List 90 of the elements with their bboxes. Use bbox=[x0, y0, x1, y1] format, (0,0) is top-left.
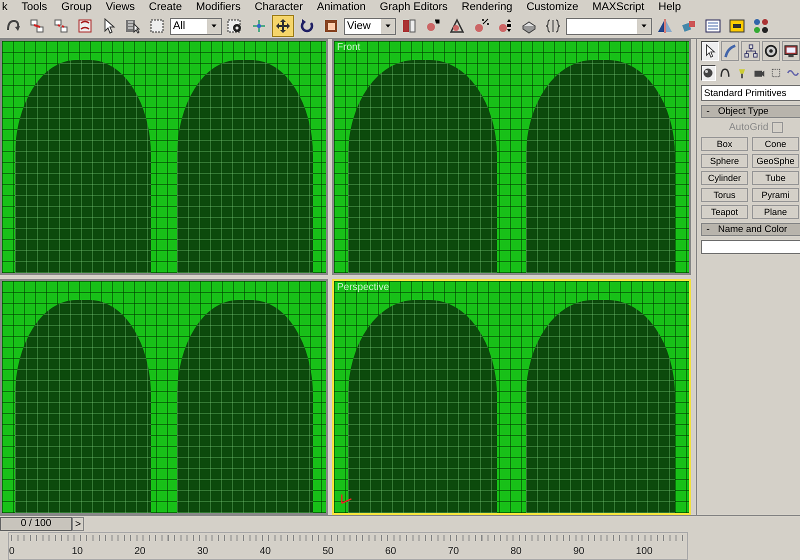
ruler-label: 0 bbox=[9, 546, 16, 557]
menu-item[interactable]: Rendering bbox=[462, 1, 512, 13]
monitor-icon bbox=[784, 44, 798, 58]
menu-item[interactable]: Graph Editors bbox=[380, 1, 448, 13]
ruler-label: 80 bbox=[510, 546, 523, 557]
link-icon bbox=[29, 18, 45, 34]
ruler-label: 40 bbox=[260, 546, 272, 557]
helper-icon bbox=[770, 67, 782, 79]
menu-item[interactable]: Customize bbox=[526, 1, 578, 13]
angle-snap-icon bbox=[449, 18, 465, 34]
wave-icon bbox=[786, 67, 799, 79]
wheel-icon bbox=[764, 44, 778, 58]
viewport[interactable] bbox=[0, 279, 328, 515]
menu-item[interactable]: k bbox=[2, 1, 8, 13]
primitive-button[interactable]: Plane bbox=[752, 205, 799, 219]
rollout-header[interactable]: - Name and Color bbox=[701, 223, 800, 236]
unlink-icon bbox=[53, 18, 69, 34]
dropdown-arrow-icon bbox=[640, 22, 648, 30]
primitive-button[interactable]: Pyrami bbox=[752, 188, 799, 202]
ruler-label: 10 bbox=[72, 546, 84, 557]
mirror-icon bbox=[657, 18, 673, 34]
viewport[interactable] bbox=[0, 39, 328, 275]
collapse-sign[interactable]: - bbox=[702, 224, 714, 235]
panel-tab[interactable] bbox=[741, 41, 760, 61]
menu-item[interactable]: Help bbox=[658, 1, 681, 13]
menu-item[interactable]: Views bbox=[106, 1, 135, 13]
rotate-icon bbox=[299, 18, 315, 34]
ruler-label: 20 bbox=[134, 546, 146, 557]
list-icon bbox=[125, 18, 141, 34]
ruler-label: 90 bbox=[573, 546, 586, 557]
primitive-button[interactable]: Torus bbox=[701, 188, 748, 202]
ruler-label: 60 bbox=[385, 546, 398, 557]
menu-item[interactable]: Tools bbox=[22, 1, 48, 13]
layer-icon bbox=[705, 18, 721, 34]
primitive-button[interactable]: Cylinder bbox=[701, 171, 748, 185]
curve-editor-icon bbox=[729, 18, 745, 34]
panel-tab[interactable] bbox=[762, 41, 780, 61]
hierarchy-icon bbox=[744, 44, 758, 58]
time-ruler[interactable]: 0 10 20 30 40 50 60 70 80 90 100 bbox=[8, 532, 688, 560]
bind-icon bbox=[77, 18, 93, 34]
primitive-button[interactable]: GeoSphe bbox=[752, 154, 799, 168]
rollout-title: Object Type bbox=[717, 106, 769, 117]
primitive-button[interactable]: Sphere bbox=[701, 154, 748, 168]
braces-icon bbox=[545, 18, 561, 34]
move-icon bbox=[275, 18, 291, 34]
primitive-button[interactable]: Box bbox=[701, 137, 748, 151]
snap-icon bbox=[425, 18, 441, 34]
schematic-icon bbox=[753, 18, 769, 34]
panel-tab[interactable] bbox=[701, 41, 720, 61]
primitive-button[interactable]: Cone bbox=[752, 137, 799, 151]
collapse-sign[interactable]: - bbox=[702, 106, 714, 117]
ruler-label: 30 bbox=[197, 546, 210, 557]
cursor-icon bbox=[703, 44, 718, 58]
frame-counter[interactable]: 0 / 100 bbox=[0, 517, 72, 531]
menu-item[interactable]: Character bbox=[254, 1, 303, 13]
dropdown-arrow-icon bbox=[210, 22, 218, 30]
name-field[interactable] bbox=[701, 240, 800, 254]
shape-icon bbox=[719, 67, 732, 79]
ruler-label: 100 bbox=[636, 546, 654, 557]
menu-item[interactable]: MAXScript bbox=[592, 1, 644, 13]
menu-item[interactable]: Animation bbox=[316, 1, 366, 13]
pivot-icon bbox=[401, 18, 417, 34]
ruler-label: 70 bbox=[448, 546, 460, 557]
percent-snap-icon bbox=[473, 18, 489, 34]
rollout-header[interactable]: - Object Type bbox=[701, 105, 800, 118]
dropdown-arrow-icon bbox=[384, 22, 392, 30]
next-frame-button[interactable]: > bbox=[72, 517, 84, 531]
dropdown[interactable]: All bbox=[170, 18, 222, 34]
primitive-button[interactable]: Tube bbox=[752, 171, 799, 185]
ruler-label: 50 bbox=[322, 546, 335, 557]
menu-item[interactable]: Modifiers bbox=[196, 1, 241, 13]
scale-icon bbox=[323, 18, 339, 34]
type-dropdown[interactable]: Standard Primitives bbox=[701, 85, 800, 101]
rollout-title: Name and Color bbox=[717, 224, 788, 235]
autogrid-label: AutoGrid bbox=[729, 122, 768, 133]
panel-tab[interactable] bbox=[782, 41, 800, 61]
dashed-rect-icon bbox=[149, 18, 165, 34]
align-icon bbox=[681, 18, 697, 34]
spinner-snap-icon bbox=[497, 18, 513, 34]
bent-bar-icon bbox=[723, 44, 738, 58]
manipulate-icon bbox=[251, 18, 267, 34]
dropdown[interactable] bbox=[566, 18, 652, 34]
category-button[interactable] bbox=[701, 65, 716, 81]
menu-item[interactable]: Group bbox=[61, 1, 92, 13]
dropdown[interactable]: View bbox=[344, 18, 396, 34]
sphere-icon bbox=[702, 67, 714, 79]
crossing-icon bbox=[227, 18, 243, 34]
menu-item[interactable]: Create bbox=[148, 1, 182, 13]
move-tool-button[interactable] bbox=[272, 15, 294, 37]
primitive-button[interactable]: Teapot bbox=[701, 205, 748, 219]
